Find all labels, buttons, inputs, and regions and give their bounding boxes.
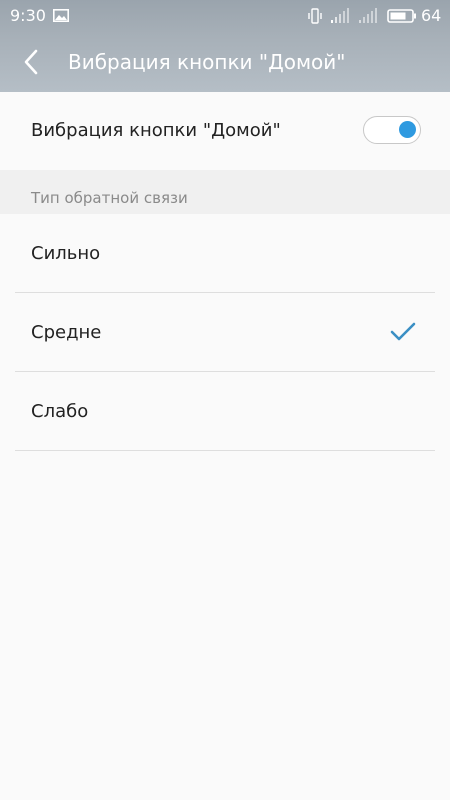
option-label: Слабо xyxy=(31,401,89,422)
vibration-switch[interactable] xyxy=(363,116,421,144)
screen: 9:30 64 Вибрация кнопки "Домой" Вибрация… xyxy=(0,0,450,800)
page-title: Вибрация кнопки "Домой" xyxy=(68,50,346,74)
option-label: Средне xyxy=(31,322,102,343)
option-medium[interactable]: Средне xyxy=(0,293,450,372)
battery-icon xyxy=(387,9,416,23)
battery-level: 64 xyxy=(421,6,442,25)
switch-knob xyxy=(399,121,416,138)
header: 9:30 64 Вибрация кнопки "Домой" xyxy=(0,0,450,92)
option-weak[interactable]: Слабо xyxy=(0,372,450,451)
vibrate-icon xyxy=(308,8,322,24)
status-time: 9:30 xyxy=(10,6,46,25)
option-label: Сильно xyxy=(31,243,101,264)
toggle-row-home-vibration[interactable]: Вибрация кнопки "Домой" xyxy=(0,92,450,170)
status-bar: 9:30 64 xyxy=(0,0,450,32)
chevron-left-icon xyxy=(24,49,38,75)
divider xyxy=(15,450,435,451)
section-header: Тип обратной связи xyxy=(0,170,450,214)
toggle-label: Вибрация кнопки "Домой" xyxy=(31,120,281,141)
section-title: Тип обратной связи xyxy=(31,189,188,207)
check-icon xyxy=(390,322,416,341)
image-icon xyxy=(53,9,69,22)
app-bar: Вибрация кнопки "Домой" xyxy=(0,32,450,92)
signal-icon xyxy=(359,8,377,23)
options-list: Сильно Средне Слабо xyxy=(0,214,450,451)
option-strong[interactable]: Сильно xyxy=(0,214,450,293)
back-button[interactable] xyxy=(14,44,50,80)
signal-icon xyxy=(331,8,349,23)
